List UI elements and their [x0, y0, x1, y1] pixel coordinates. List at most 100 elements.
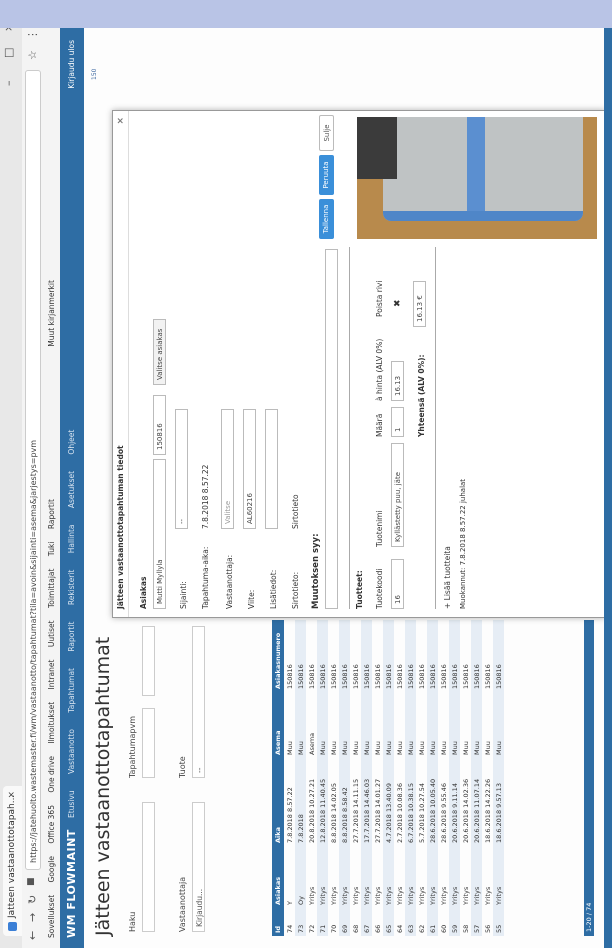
yhteensa-label: Yhteensä (ALV 0%):: [417, 354, 426, 437]
viite-input[interactable]: AL60216: [243, 409, 256, 529]
nav-item[interactable]: Tapahtumat: [67, 668, 76, 713]
tuotenimi-select[interactable]: Kyllästetty puu, jäte: [391, 443, 404, 547]
table-row[interactable]: 65 Yritys 4.7.2018 13.40.09 Muu 150816: [383, 620, 394, 936]
vastaanottaja-select[interactable]: Kirjaudu...: [192, 802, 205, 932]
column-header[interactable]: Asiakasnumero: [272, 620, 284, 692]
nav-item[interactable]: Rekisterit: [67, 570, 76, 606]
nav-item[interactable]: Raportit: [67, 622, 76, 652]
table-cell: 8.8.2018 14.02.05: [329, 783, 338, 843]
asiakas-label: Asiakas: [139, 576, 148, 609]
yhteensa-value: 16.13 €: [413, 281, 426, 327]
valitse-asiakas-button[interactable]: Valitse asiakas: [153, 319, 166, 385]
nav-item[interactable]: Asetukset: [67, 471, 76, 508]
table-row[interactable]: 68 Yritys 27.7.2018 14.11.15 Muu 150816: [350, 620, 361, 936]
table-row[interactable]: 64 Yritys 2.7.2018 10.08.36 Muu 150816: [394, 620, 405, 936]
maara-input[interactable]: 1: [391, 407, 404, 437]
table-row[interactable]: 71 Yritys 12.8.2018 11.40.45 Muu 150816: [317, 620, 328, 936]
table-cell: Yritys: [417, 886, 426, 905]
bookmark-item[interactable]: Raportit: [47, 499, 56, 529]
forward-icon[interactable]: →: [26, 913, 39, 922]
table-row[interactable]: 74 Y 7.8.2018 8.57.22 Muu 150816: [284, 620, 295, 936]
column-header[interactable]: Asiakas: [272, 846, 284, 908]
browser-tab[interactable]: Jatteen vastaanottotapah... ×: [3, 786, 22, 936]
bookmark-item[interactable]: Intranet: [47, 660, 56, 690]
menu-icon[interactable]: ⋮: [26, 29, 39, 40]
tapahtuma-aika-label: Tapahtuma-aika:: [201, 546, 210, 609]
bookmark-item[interactable]: Office 365: [47, 805, 56, 844]
lisatiedot-input[interactable]: [265, 409, 278, 529]
bookmark-item[interactable]: Google: [47, 856, 56, 882]
muutoksen-syy-input[interactable]: [325, 249, 338, 609]
bookmark-item[interactable]: Ilmoitukset: [47, 702, 56, 744]
minimize-button[interactable]: –: [2, 81, 15, 87]
bookmark-star-icon[interactable]: ☆: [26, 50, 39, 60]
table-row[interactable]: 66 Yritys 27.7.2018 14.01.27 Muu 150816: [372, 620, 383, 936]
tallenna-button[interactable]: Tallenna: [319, 199, 334, 239]
table-cell: 27.7.2018 14.01.27: [373, 778, 382, 843]
table-cell: Yritys: [307, 886, 316, 905]
table-row[interactable]: 67 Yritys 17.7.2018 14.46.03 Muu 150816: [361, 620, 372, 936]
nav-item[interactable]: Hallinta: [67, 525, 76, 554]
bookmark-item[interactable]: Tuki: [47, 542, 56, 557]
bookmark-item[interactable]: Sovellukset: [47, 895, 56, 938]
table-cell: 8.8.2018 8.58.42: [339, 758, 350, 846]
tab-close-icon[interactable]: ×: [3, 791, 22, 799]
vastaanottaja-select[interactable]: Valitse: [221, 409, 234, 529]
table-row[interactable]: 55 Yritys 18.6.2018 9.57.13 Muu 150816: [493, 620, 504, 936]
sijainti-label: Sijainti:: [179, 581, 188, 609]
bookmark-item[interactable]: One drive: [47, 756, 56, 793]
table-row[interactable]: 62 Yritys 5.7.2018 10.27.54 Muu 150816: [416, 620, 427, 936]
asiakasnumero-input[interactable]: 150816: [153, 395, 166, 455]
table-row[interactable]: 57 Yritys 20.6.2018 11.07.14 Muu 150816: [471, 620, 482, 936]
app-navbar: WM FLOWMAINT Etusivu Vastaanotto Tapahtu…: [60, 0, 84, 948]
table-row[interactable]: 73 Oy 7.8.2018 Muu 150816: [295, 620, 306, 936]
sijainti-select[interactable]: --: [175, 409, 188, 529]
modal-close-icon[interactable]: ×: [113, 117, 129, 125]
column-header: Tuotekoodi: [375, 568, 384, 609]
table-cell: Muu: [405, 692, 416, 758]
table-row[interactable]: 60 Yritys 28.6.2018 9.55.46 Muu 150816: [438, 620, 449, 936]
reload-icon[interactable]: ↻: [26, 895, 39, 904]
table-row[interactable]: 58 Yritys 20.6.2018 14.02.36 Muu 150816: [460, 620, 471, 936]
peruuta-button[interactable]: Peruuta: [319, 155, 334, 195]
url-input[interactable]: https://jatehuolto.wastemaster.fi/wm/vas…: [25, 70, 41, 870]
column-header[interactable]: Id: [272, 908, 284, 936]
table-row[interactable]: 63 Yritys 6.7.2018 10.38.15 Muu 150816: [405, 620, 416, 936]
table-cell: Muu: [471, 692, 482, 758]
tuote-select[interactable]: --: [192, 626, 205, 778]
table-cell: 58: [461, 924, 470, 933]
date-to-input[interactable]: [142, 626, 155, 696]
back-icon[interactable]: ←: [26, 931, 39, 940]
bookmark-item[interactable]: Toimittajat: [47, 569, 56, 608]
asiakas-input[interactable]: Mutti Myllyla: [153, 459, 166, 609]
nav-item[interactable]: Vastaanotto: [67, 729, 76, 774]
bookmark-item[interactable]: Muut kirjanmerkit: [47, 280, 56, 347]
table-pager[interactable]: 1-20 / 74: [584, 620, 594, 936]
table-cell: Muu: [295, 692, 306, 758]
maximize-button[interactable]: □: [2, 48, 15, 58]
remove-row-icon[interactable]: ✖: [393, 299, 403, 307]
table-row[interactable]: 56 Yritys 18.6.2018 14.22.26 Muu 150816: [482, 620, 493, 936]
bookmark-item[interactable]: Uutiset: [47, 620, 56, 647]
table-row[interactable]: 72 Yritys 20.8.2018 10.27.21 Asema 150816: [306, 620, 317, 936]
nav-item[interactable]: Ohjeet: [67, 430, 76, 455]
table-row[interactable]: 69 Yritys 8.8.2018 8.58.42 Muu 150816: [339, 620, 350, 936]
browser-tab-title: Jatteen vastaanottotapah...: [7, 794, 17, 918]
hinta-input[interactable]: 16.13: [391, 361, 404, 401]
column-header: Poista rivi: [375, 280, 384, 317]
table-row[interactable]: 59 Yritys 20.6.2018 9.11.14 Muu 150816: [449, 620, 460, 936]
tuotekoodi-input[interactable]: 16: [391, 559, 404, 609]
date-from-input[interactable]: [142, 708, 155, 778]
nav-item[interactable]: Etusivu: [67, 790, 76, 818]
column-header[interactable]: Asema: [272, 692, 284, 758]
table-cell: Muu: [449, 692, 460, 758]
column-header[interactable]: Aika: [272, 758, 284, 846]
sulje-button[interactable]: Sulje: [319, 115, 334, 151]
logout-link[interactable]: Kirjaudu ulos: [67, 40, 76, 89]
table-cell: 150816: [471, 620, 482, 692]
table-row[interactable]: 61 Yritys 28.6.2018 10.05.40 Muu 150816: [427, 620, 438, 936]
add-products-link[interactable]: + Lisää tuotteita: [443, 546, 452, 609]
haku-input[interactable]: [142, 802, 155, 932]
app-brand[interactable]: WM FLOWMAINT: [65, 829, 78, 938]
table-row[interactable]: 70 Yritys 8.8.2018 14.02.05 Muu 150816: [328, 620, 339, 936]
